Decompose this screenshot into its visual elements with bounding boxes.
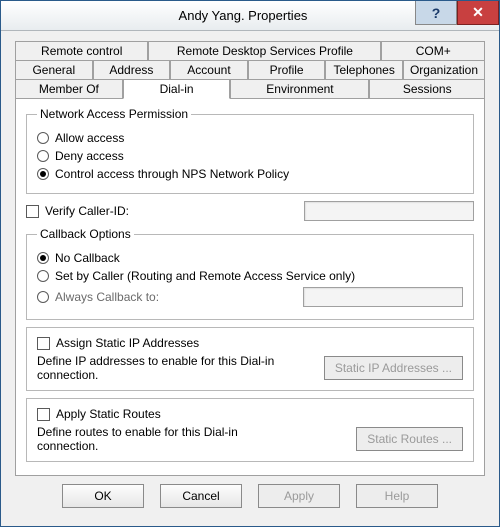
- tab-complus[interactable]: COM+: [381, 41, 485, 60]
- cancel-button[interactable]: Cancel: [160, 484, 242, 508]
- window-body: Remote control Remote Desktop Services P…: [1, 31, 499, 526]
- static-ip-desc: Define IP addresses to enable for this D…: [37, 354, 277, 382]
- static-routes-subrow: Define routes to enable for this Dial-in…: [37, 425, 463, 453]
- radio-control-row[interactable]: Control access through NPS Network Polic…: [37, 167, 463, 181]
- radio-no-callback-label: No Callback: [55, 251, 120, 265]
- radio-set-by-caller[interactable]: [37, 270, 49, 282]
- radio-no-callback-row[interactable]: No Callback: [37, 251, 463, 265]
- tab-organization[interactable]: Organization: [403, 60, 485, 79]
- tab-general[interactable]: General: [15, 60, 93, 79]
- radio-always[interactable]: [37, 291, 49, 303]
- radio-deny-row[interactable]: Deny access: [37, 149, 463, 163]
- tab-environment[interactable]: Environment: [230, 79, 369, 98]
- radio-control[interactable]: [37, 168, 49, 180]
- static-ip-label: Assign Static IP Addresses: [56, 336, 199, 350]
- static-routes-check-row[interactable]: Apply Static Routes: [37, 407, 463, 421]
- tab-dial-in[interactable]: Dial-in: [123, 79, 231, 99]
- static-ip-button[interactable]: Static IP Addresses ...: [324, 356, 463, 380]
- tab-row-3: Member Of Dial-in Environment Sessions: [15, 79, 485, 98]
- radio-no-callback[interactable]: [37, 252, 49, 264]
- network-access-group: Network Access Permission Allow access D…: [26, 107, 474, 194]
- dial-in-panel: Network Access Permission Allow access D…: [15, 98, 485, 476]
- help-icon[interactable]: ?: [415, 1, 457, 25]
- tab-remote-control[interactable]: Remote control: [15, 41, 148, 60]
- window-title: Andy Yang. Properties: [1, 8, 415, 23]
- radio-always-row[interactable]: Always Callback to:: [37, 287, 463, 307]
- tab-sessions[interactable]: Sessions: [369, 79, 485, 98]
- apply-button[interactable]: Apply: [258, 484, 340, 508]
- radio-always-label: Always Callback to:: [55, 290, 159, 304]
- radio-allow-label: Allow access: [55, 131, 124, 145]
- radio-set-by-caller-label: Set by Caller (Routing and Remote Access…: [55, 269, 355, 283]
- always-callback-input[interactable]: [303, 287, 463, 307]
- network-access-legend: Network Access Permission: [37, 107, 191, 121]
- static-ip-subrow: Define IP addresses to enable for this D…: [37, 354, 463, 382]
- verify-caller-checkbox[interactable]: [26, 205, 39, 218]
- static-ip-checkbox[interactable]: [37, 337, 50, 350]
- tab-profile[interactable]: Profile: [248, 60, 326, 79]
- titlebar-buttons: ? ✕: [415, 1, 499, 30]
- callback-legend: Callback Options: [37, 227, 134, 241]
- titlebar: Andy Yang. Properties ? ✕: [1, 1, 499, 31]
- static-routes-button[interactable]: Static Routes ...: [356, 427, 463, 451]
- static-ip-group: Assign Static IP Addresses Define IP add…: [26, 327, 474, 391]
- static-routes-group: Apply Static Routes Define routes to ena…: [26, 398, 474, 462]
- tab-member-of[interactable]: Member Of: [15, 79, 123, 98]
- tab-row-2: General Address Account Profile Telephon…: [15, 60, 485, 79]
- radio-allow[interactable]: [37, 132, 49, 144]
- tab-rds-profile[interactable]: Remote Desktop Services Profile: [148, 41, 381, 60]
- tab-address[interactable]: Address: [93, 60, 171, 79]
- static-routes-checkbox[interactable]: [37, 408, 50, 421]
- radio-deny[interactable]: [37, 150, 49, 162]
- properties-window: Andy Yang. Properties ? ✕ Remote control…: [0, 0, 500, 527]
- callback-group: Callback Options No Callback Set by Call…: [26, 227, 474, 320]
- tab-strip: Remote control Remote Desktop Services P…: [15, 41, 485, 98]
- static-routes-desc: Define routes to enable for this Dial-in…: [37, 425, 277, 453]
- radio-set-by-caller-row[interactable]: Set by Caller (Routing and Remote Access…: [37, 269, 463, 283]
- verify-caller-label: Verify Caller-ID:: [45, 204, 129, 218]
- verify-caller-row: Verify Caller-ID:: [26, 201, 474, 221]
- static-ip-check-row[interactable]: Assign Static IP Addresses: [37, 336, 463, 350]
- radio-control-label: Control access through NPS Network Polic…: [55, 167, 289, 181]
- radio-deny-label: Deny access: [55, 149, 124, 163]
- radio-allow-row[interactable]: Allow access: [37, 131, 463, 145]
- dialog-footer: OK Cancel Apply Help: [15, 476, 485, 518]
- static-routes-label: Apply Static Routes: [56, 407, 161, 421]
- tab-account[interactable]: Account: [170, 60, 248, 79]
- ok-button[interactable]: OK: [62, 484, 144, 508]
- help-button[interactable]: Help: [356, 484, 438, 508]
- close-icon[interactable]: ✕: [457, 1, 499, 25]
- tab-telephones[interactable]: Telephones: [325, 60, 403, 79]
- tab-row-1: Remote control Remote Desktop Services P…: [15, 41, 485, 60]
- verify-caller-input[interactable]: [304, 201, 474, 221]
